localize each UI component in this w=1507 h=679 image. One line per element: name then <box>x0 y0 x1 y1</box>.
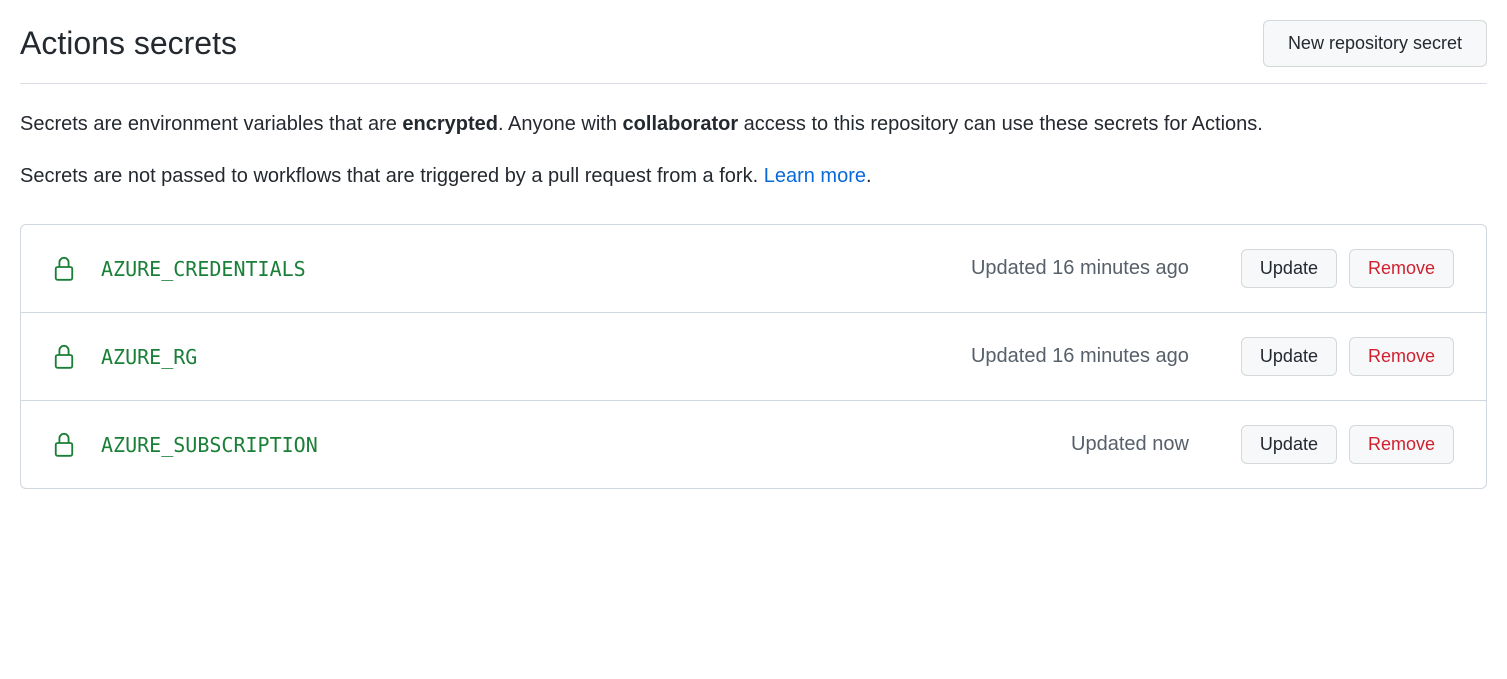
lock-icon <box>53 432 75 458</box>
lock-icon <box>53 256 75 282</box>
secrets-list: AZURE_CREDENTIALS Updated 16 minutes ago… <box>20 224 1487 489</box>
page-title: Actions secrets <box>20 25 237 62</box>
update-button[interactable]: Update <box>1241 249 1337 288</box>
update-button[interactable]: Update <box>1241 425 1337 464</box>
desc-text: access to this repository can use these … <box>738 113 1263 135</box>
desc-text: . <box>866 165 872 187</box>
secret-name[interactable]: AZURE_SUBSCRIPTION <box>101 433 1071 457</box>
remove-button[interactable]: Remove <box>1349 425 1454 464</box>
update-button[interactable]: Update <box>1241 337 1337 376</box>
secret-row: AZURE_SUBSCRIPTION Updated now Update Re… <box>21 401 1486 488</box>
desc-text: . Anyone with <box>498 113 623 135</box>
remove-button[interactable]: Remove <box>1349 249 1454 288</box>
secret-row: AZURE_CREDENTIALS Updated 16 minutes ago… <box>21 225 1486 313</box>
desc-bold-collaborator: collaborator <box>623 113 739 135</box>
desc-text: Secrets are environment variables that a… <box>20 113 402 135</box>
secret-updated: Updated 16 minutes ago <box>971 345 1189 368</box>
secret-name[interactable]: AZURE_RG <box>101 345 971 369</box>
secret-name[interactable]: AZURE_CREDENTIALS <box>101 257 971 281</box>
desc-bold-encrypted: encrypted <box>402 113 498 135</box>
secret-row: AZURE_RG Updated 16 minutes ago Update R… <box>21 313 1486 401</box>
new-repository-secret-button[interactable]: New repository secret <box>1263 20 1487 67</box>
learn-more-link[interactable]: Learn more <box>764 165 866 187</box>
remove-button[interactable]: Remove <box>1349 337 1454 376</box>
desc-text: Secrets are not passed to workflows that… <box>20 165 764 187</box>
secret-updated: Updated 16 minutes ago <box>971 257 1189 280</box>
lock-icon <box>53 344 75 370</box>
description-paragraph-2: Secrets are not passed to workflows that… <box>20 160 1487 192</box>
description-paragraph-1: Secrets are environment variables that a… <box>20 108 1487 140</box>
secret-updated: Updated now <box>1071 433 1189 456</box>
